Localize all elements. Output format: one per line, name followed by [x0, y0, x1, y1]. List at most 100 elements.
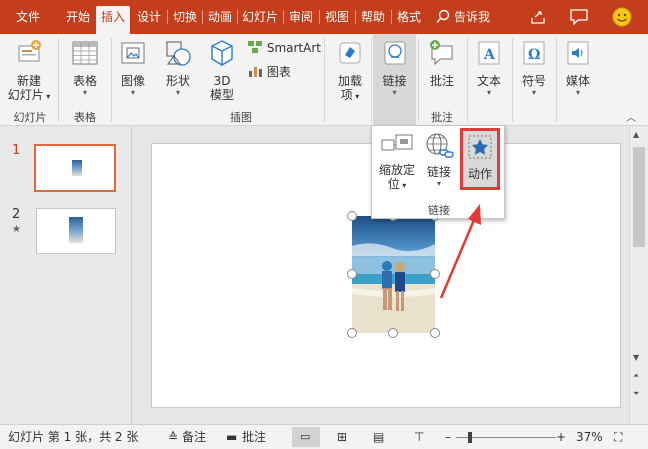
group-separator [371, 38, 372, 122]
slideshow-icon[interactable]: ⊤ [414, 429, 424, 445]
next-slide-icon[interactable]: ⏷ [633, 389, 639, 399]
action-label: 动作 [467, 167, 492, 181]
share-icon[interactable] [530, 9, 546, 28]
chevron-down-icon: ▾ [130, 88, 135, 97]
addins-label-2: 项 [340, 88, 353, 102]
chevron-down-icon: ▾ [486, 88, 491, 97]
normal-view-button[interactable]: ▭ [292, 427, 320, 447]
previous-slide-icon[interactable]: ⏶ [633, 371, 639, 381]
normal-view-icon: ▭ [300, 430, 311, 443]
comment-button[interactable]: 批注 [421, 38, 463, 88]
search-icon[interactable] [436, 9, 450, 27]
link-button[interactable]: 链接 ▾ [373, 34, 416, 125]
slide-counter: 幻灯片 第 1 张，共 2 张 [8, 430, 139, 444]
dropdown-link-button[interactable]: 链接 ▾ [420, 132, 458, 189]
beach-photo[interactable] [352, 216, 435, 333]
slide-thumbnail-1[interactable] [34, 144, 116, 192]
text-button[interactable]: A 文本 ▾ [470, 38, 508, 98]
tab-separator [202, 10, 203, 24]
new-slide-icon [6, 38, 52, 71]
image-icon [114, 38, 152, 71]
chevron-down-icon: ▾ [43, 92, 51, 101]
tab-review[interactable]: 审阅 [285, 6, 317, 28]
image-button[interactable]: 图像 ▾ [114, 38, 152, 98]
tab-animations[interactable]: 动画 [204, 6, 236, 28]
ribbon-tab-bar: 文件 开始 插入 设计 切换 动画 幻灯片 审阅 视图 帮助 格式 告诉我 [0, 0, 648, 34]
media-label: 媒体 [565, 74, 590, 88]
chart-button[interactable]: 图表 [247, 64, 291, 81]
comments-button[interactable]: 批注 [242, 429, 266, 445]
resize-handle[interactable] [388, 328, 398, 338]
smartart-label: SmartArt [266, 41, 321, 55]
tab-separator [167, 10, 168, 24]
comments-icon[interactable]: ▬ [226, 429, 237, 445]
shapes-button[interactable]: 形状 ▾ [158, 38, 198, 98]
tab-help[interactable]: 帮助 [357, 6, 389, 28]
speaker-icon [559, 38, 597, 71]
resize-handle[interactable] [430, 269, 440, 279]
table-label: 表格 [72, 74, 97, 88]
reading-view-icon[interactable]: ▤ [373, 429, 384, 445]
link-icon [373, 38, 416, 71]
chevron-down-icon: ▾ [82, 88, 87, 97]
vertical-scrollbar[interactable]: ▲ ▼ ⏶ ⏷ [629, 127, 648, 424]
new-slide-button[interactable]: 新建 幻灯片 ▾ [6, 38, 52, 104]
tab-design[interactable]: 设计 [133, 6, 165, 28]
scroll-up-icon[interactable]: ▲ [633, 130, 639, 139]
slide-number: 2 [12, 207, 21, 222]
notes-button[interactable]: 备注 [182, 429, 206, 445]
addins-label-1: 加载 [337, 74, 362, 88]
tab-slideshow[interactable]: 幻灯片 [239, 6, 281, 28]
tab-separator [283, 10, 284, 24]
fit-to-window-icon[interactable]: ⛶ [614, 429, 622, 445]
zoom-slider-thumb[interactable] [468, 432, 472, 443]
tab-view[interactable]: 视图 [321, 6, 353, 28]
tab-file[interactable]: 文件 [8, 6, 48, 28]
chevron-down-icon: ▾ [392, 88, 397, 97]
symbol-button[interactable]: Ω 符号 ▾ [515, 38, 553, 98]
slide-sorter-icon[interactable]: ⊞ [337, 429, 347, 445]
resize-handle[interactable] [347, 328, 357, 338]
animation-star-icon: ★ [12, 224, 21, 235]
tell-me-search[interactable]: 告诉我 [454, 6, 500, 28]
text-label: 文本 [476, 74, 501, 88]
tab-separator [237, 10, 238, 24]
media-button[interactable]: 媒体 ▾ [559, 38, 597, 98]
addins-button[interactable]: 加载 项 ▾ [330, 38, 370, 104]
image-label: 图像 [120, 74, 145, 88]
tab-home[interactable]: 开始 [62, 6, 94, 28]
zoom-level[interactable]: 37% [576, 429, 603, 445]
slide-thumbnail-2[interactable] [36, 208, 116, 254]
table-button[interactable]: 表格 ▾ [64, 38, 106, 98]
resize-handle[interactable] [347, 269, 357, 279]
tab-insert[interactable]: 插入 [96, 6, 130, 34]
zoom-button[interactable]: 缩放定 位 ▾ [376, 132, 418, 193]
slide-thumbnail-pane: 1 2 ★ [0, 127, 132, 424]
zoom-icon [376, 132, 418, 161]
chart-icon [247, 64, 263, 81]
zoom-label-2: 位 [387, 177, 400, 191]
smartart-button[interactable]: SmartArt [247, 40, 321, 57]
scroll-thumb[interactable] [633, 147, 645, 247]
smiley-icon[interactable] [612, 7, 632, 30]
action-button[interactable]: 动作 [460, 128, 500, 190]
action-star-icon [463, 134, 497, 163]
comment-icon[interactable] [570, 9, 588, 28]
tab-transitions[interactable]: 切换 [169, 6, 201, 28]
notes-icon[interactable]: ≙ [168, 429, 178, 445]
zoom-in-icon[interactable]: + [556, 429, 566, 445]
chevron-down-icon: ▾ [436, 179, 441, 188]
zoom-label-1: 缩放定 [378, 163, 415, 177]
link-dropdown-menu: 缩放定 位 ▾ 链接 ▾ 动作 链接 [371, 125, 505, 219]
zoom-slider[interactable] [456, 432, 556, 443]
shapes-icon [158, 38, 198, 71]
resize-handle[interactable] [430, 328, 440, 338]
tab-format[interactable]: 格式 [393, 6, 425, 28]
3d-model-button[interactable]: 3D 模型 [202, 38, 242, 102]
collapse-ribbon-icon[interactable]: ︿ [626, 109, 636, 124]
zoom-out-icon[interactable]: – [445, 429, 451, 445]
chevron-down-icon: ▾ [575, 88, 580, 97]
resize-handle[interactable] [347, 211, 357, 221]
group-label-comments: 批注 [431, 111, 453, 124]
scroll-down-icon[interactable]: ▼ [633, 353, 639, 362]
